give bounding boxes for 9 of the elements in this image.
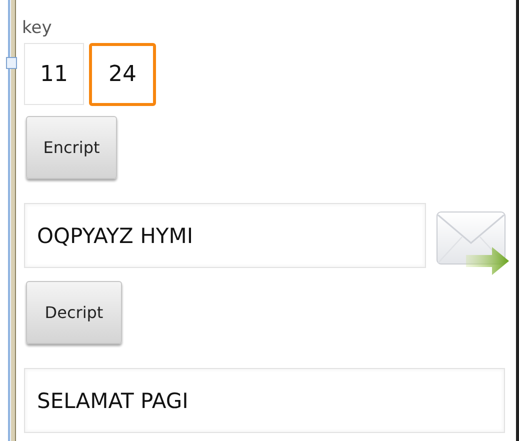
key-field[interactable]: 24 — [89, 43, 156, 106]
resize-handle[interactable] — [6, 57, 17, 69]
envelope-arrow-icon[interactable] — [436, 211, 510, 277]
decrypt-button[interactable]: Decript — [26, 281, 122, 344]
cipher-field[interactable]: OQPYAYZ HYMI — [24, 203, 426, 268]
key-field[interactable]: 11 — [24, 43, 84, 105]
encrypt-button[interactable]: Encript — [26, 116, 117, 179]
key-label: key — [22, 18, 52, 38]
plain-field[interactable]: SELAMAT PAGI — [24, 368, 505, 433]
